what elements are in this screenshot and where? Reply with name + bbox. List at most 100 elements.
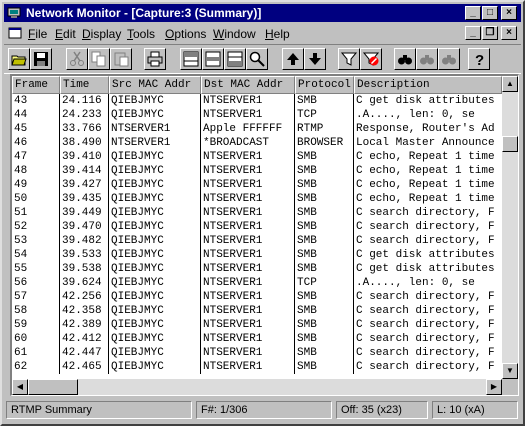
table-row[interactable]: 51 39.449 QIEBJMYC NTSERVER1 SMB C search dir… (12, 206, 502, 220)
document-icon[interactable] (8, 27, 22, 39)
pane-middle-button[interactable] (202, 48, 224, 70)
next-frame-button[interactable] (304, 48, 326, 70)
col-frame-cell: 44 (12, 108, 60, 122)
previous-frame-button[interactable] (282, 48, 304, 70)
col-src-mac-cell: QIEBJMYC (109, 220, 201, 234)
horizontal-scroll-thumb[interactable] (28, 379, 78, 395)
child-restore-button[interactable]: ❐ (482, 26, 498, 40)
table-row[interactable]: 45 33.766 NTSERVER1 Apple FFFFFF RTMP Respons… (12, 122, 502, 136)
display-filter-button[interactable] (360, 48, 382, 70)
status-offset: Off: 35 (x23) (336, 401, 428, 419)
table-row[interactable]: 62 42.465 QIEBJMYC NTSERVER1 SMB C search dir… (12, 360, 502, 374)
menu-edit[interactable]: Edit (55, 27, 76, 41)
table-row[interactable]: 58 42.358 QIEBJMYC NTSERVER1 SMB C search dir… (12, 304, 502, 318)
menu-tools[interactable]: Tools (127, 27, 155, 41)
scroll-right-button[interactable]: ▶ (486, 379, 502, 395)
col-description-header[interactable]: Description (354, 76, 502, 94)
print-button[interactable] (144, 48, 166, 70)
col-src-mac-cell: QIEBJMYC (109, 248, 201, 262)
col-dst-mac-cell: NTSERVER1 (201, 164, 295, 178)
table-row[interactable]: 57 42.256 QIEBJMYC NTSERVER1 SMB C search dir… (12, 290, 502, 304)
open-button[interactable] (8, 48, 30, 70)
col-frame-cell: 58 (12, 304, 60, 318)
pane-bottom-button[interactable] (224, 48, 246, 70)
horizontal-scrollbar[interactable]: ◀ ▶ (12, 379, 502, 395)
col-src-mac-cell: QIEBJMYC (109, 234, 201, 248)
col-protocol-cell: SMB (295, 206, 354, 220)
table-row[interactable]: 43 24.116 QIEBJMYC NTSERVER1 SMB C get disk a… (12, 94, 502, 108)
col-src-mac-cell: NTSERVER1 (109, 136, 201, 150)
filter-button[interactable] (338, 48, 360, 70)
menu-help[interactable]: Help (265, 27, 290, 41)
find-button[interactable] (394, 48, 416, 70)
zoom-button[interactable] (246, 48, 268, 70)
col-frame-header[interactable]: Frame (12, 76, 60, 94)
close-button[interactable]: × (501, 6, 517, 20)
menu-options[interactable]: Options (165, 27, 206, 41)
table-row[interactable]: 48 39.414 QIEBJMYC NTSERVER1 SMB C echo, Repe… (12, 164, 502, 178)
col-description-cell: C get disk attributes (356, 249, 495, 261)
open-icon (11, 55, 27, 66)
child-minimize-button[interactable]: _ (465, 26, 481, 40)
table-row[interactable]: 59 42.389 QIEBJMYC NTSERVER1 SMB C search dir… (12, 318, 502, 332)
cut-button[interactable] (66, 48, 88, 70)
col-protocol-cell: SMB (295, 304, 354, 318)
table-row[interactable]: 55 39.538 QIEBJMYC NTSERVER1 SMB C get disk a… (12, 262, 502, 276)
vertical-scroll-thumb[interactable] (502, 136, 518, 152)
minimize-button[interactable]: _ (465, 6, 481, 20)
table-row[interactable]: 53 39.482 QIEBJMYC NTSERVER1 SMB C search dir… (12, 234, 502, 248)
table-row[interactable]: 52 39.470 QIEBJMYC NTSERVER1 SMB C search dir… (12, 220, 502, 234)
menu-display[interactable]: Display (82, 27, 121, 41)
scroll-down-button[interactable]: ▼ (502, 363, 518, 379)
table-row[interactable]: 54 39.533 QIEBJMYC NTSERVER1 SMB C get disk a… (12, 248, 502, 262)
col-description-cell: C search directory, F (356, 221, 495, 233)
table-row[interactable]: 60 42.412 QIEBJMYC NTSERVER1 SMB C search dir… (12, 332, 502, 346)
col-dst-mac-header[interactable]: Dst MAC Addr (201, 76, 295, 94)
menu-file[interactable]: File (28, 27, 47, 41)
col-src-mac-header[interactable]: Src MAC Addr (109, 76, 201, 94)
col-frame-cell: 60 (12, 332, 60, 346)
pane-top-button[interactable] (180, 48, 202, 70)
col-protocol-cell: SMB (295, 332, 354, 346)
table-row[interactable]: 56 39.624 QIEBJMYC NTSERVER1 TCP .A...., len:… (12, 276, 502, 290)
table-row[interactable]: 44 24.233 QIEBJMYC NTSERVER1 TCP .A...., len:… (12, 108, 502, 122)
table-row[interactable]: 46 38.490 NTSERVER1 *BROADCAST BROWSER Local … (12, 136, 502, 150)
col-description-cell: C search directory, F (356, 291, 495, 303)
col-dst-mac-cell: NTSERVER1 (201, 220, 295, 234)
menu-window[interactable]: Window (213, 27, 256, 41)
toolbar: ? (4, 44, 521, 74)
scroll-left-button[interactable]: ◀ (12, 379, 28, 395)
table-row[interactable]: 61 42.447 QIEBJMYC NTSERVER1 SMB C search dir… (12, 346, 502, 360)
col-frame-cell: 62 (12, 360, 60, 374)
find-previous-button[interactable] (438, 48, 460, 70)
col-protocol-header[interactable]: Protocol (295, 76, 354, 94)
help-button[interactable]: ? (468, 48, 490, 70)
copy-button[interactable] (88, 48, 110, 70)
scroll-up-button[interactable]: ▲ (502, 76, 518, 92)
col-protocol-cell: SMB (295, 150, 354, 164)
find-previous-icon (442, 55, 456, 65)
col-frame-cell: 43 (12, 94, 60, 108)
maximize-button[interactable]: □ (482, 6, 498, 20)
col-description-cell: C echo, Repeat 1 time (356, 151, 495, 163)
title-bar[interactable]: Network Monitor - [Capture:3 (Summary)] … (4, 4, 521, 22)
col-frame-cell: 47 (12, 150, 60, 164)
col-dst-mac-cell: NTSERVER1 (201, 332, 295, 346)
col-dst-mac-cell: *BROADCAST (201, 136, 295, 150)
table-row[interactable]: 47 39.410 QIEBJMYC NTSERVER1 SMB C echo, Repe… (12, 150, 502, 164)
col-frame-cell: 53 (12, 234, 60, 248)
child-close-button[interactable]: × (501, 26, 517, 40)
col-time-cell: 39.427 (60, 178, 109, 192)
col-protocol-cell: SMB (295, 360, 354, 374)
find-next-button[interactable] (416, 48, 438, 70)
paste-button[interactable] (110, 48, 132, 70)
col-protocol-cell: SMB (295, 164, 354, 178)
save-button[interactable] (30, 48, 52, 70)
vertical-scrollbar[interactable]: ▲ ▼ (502, 76, 518, 379)
table-row[interactable]: 50 39.435 QIEBJMYC NTSERVER1 SMB C echo, Repe… (12, 192, 502, 206)
window-title: Network Monitor - [Capture:3 (Summary)] (26, 6, 262, 20)
pane-middle-icon (205, 51, 221, 67)
col-time-header[interactable]: Time (60, 76, 109, 94)
table-row[interactable]: 49 39.427 QIEBJMYC NTSERVER1 SMB C echo, Repe… (12, 178, 502, 192)
col-description-cell: C echo, Repeat 1 time (356, 165, 495, 177)
